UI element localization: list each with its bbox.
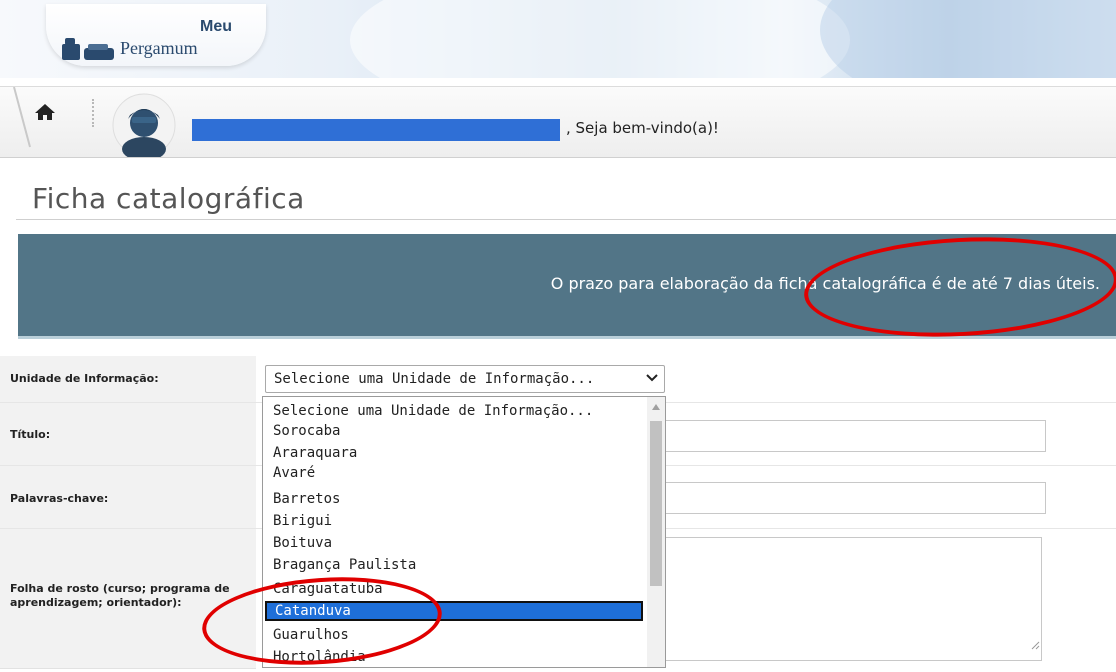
scroll-up-arrow-icon[interactable]: [652, 404, 660, 410]
user-name-redacted: [192, 119, 560, 141]
pergamum-logo-icon: [62, 38, 114, 60]
option-item[interactable]: Araraquara: [263, 443, 647, 463]
option-item[interactable]: Avaré: [263, 463, 647, 483]
banner-decoration: [820, 0, 1116, 78]
welcome-bar: , Seja bem-vindo(a)!: [0, 86, 1116, 158]
logo-meu-text: Meu: [200, 18, 232, 35]
option-item[interactable]: Boituva: [263, 533, 647, 553]
option-item[interactable]: Bragança Paulista: [263, 555, 647, 575]
home-icon[interactable]: [34, 103, 56, 121]
scroll-thumb[interactable]: [650, 421, 662, 586]
title-divider: [16, 219, 1116, 220]
titulo-label: Título:: [10, 428, 51, 441]
option-item[interactable]: Selecione uma Unidade de Informação...: [263, 401, 647, 421]
palavras-label: Palavras-chave:: [10, 492, 109, 505]
option-item[interactable]: Sorocaba: [263, 421, 647, 441]
option-item[interactable]: Barretos: [263, 489, 647, 509]
breadcrumb-divider: [13, 87, 31, 148]
option-item[interactable]: Birigui: [263, 511, 647, 531]
resize-grip-icon[interactable]: [1030, 640, 1040, 650]
welcome-text: , Seja bem-vindo(a)!: [566, 119, 719, 137]
header-banner: Meu Pergamum: [0, 0, 1116, 78]
banner-decoration: [350, 0, 850, 78]
select-value: Selecione uma Unidade de Informação...: [274, 371, 595, 387]
unidade-label: Unidade de Informação:: [10, 372, 159, 385]
unidade-select[interactable]: Selecione uma Unidade de Informação...: [265, 365, 665, 393]
dropdown-scrollbar[interactable]: [647, 397, 665, 667]
chevron-down-icon: [646, 374, 658, 382]
avatar-icon[interactable]: [112, 93, 176, 157]
separator: [92, 99, 94, 127]
logo-name-text: Pergamum: [120, 38, 198, 58]
page-title: Ficha catalográfica: [32, 182, 305, 215]
